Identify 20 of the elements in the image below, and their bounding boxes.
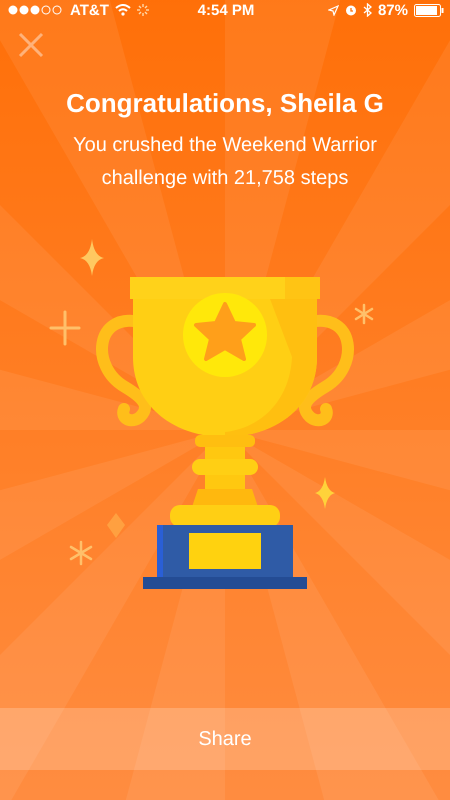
asterisk-icon — [354, 304, 374, 324]
plus-icon — [50, 310, 80, 346]
battery-icon — [414, 4, 444, 16]
wifi-icon — [114, 4, 131, 16]
asterisk-icon — [70, 540, 92, 566]
close-button[interactable] — [18, 32, 44, 58]
carrier-name: AT&T — [70, 2, 109, 18]
loading-icon — [136, 4, 149, 16]
congratulations-title: Congratulations, Sheila G — [66, 88, 384, 119]
signal-icon — [8, 5, 64, 15]
bluetooth-icon — [362, 3, 372, 17]
alarm-icon — [344, 4, 357, 16]
share-button[interactable]: Share — [0, 708, 450, 770]
sparkle-icon — [80, 239, 104, 276]
battery-percent: 87% — [378, 2, 408, 18]
sparkle-icon — [315, 477, 335, 509]
diamond-icon — [107, 513, 125, 538]
challenge-message: You crushed the Weekend Warrior challenge with 21,758 steps — [72, 133, 378, 191]
clock-time: 4:54 PM — [198, 2, 254, 18]
location-arrow-icon — [328, 4, 339, 16]
